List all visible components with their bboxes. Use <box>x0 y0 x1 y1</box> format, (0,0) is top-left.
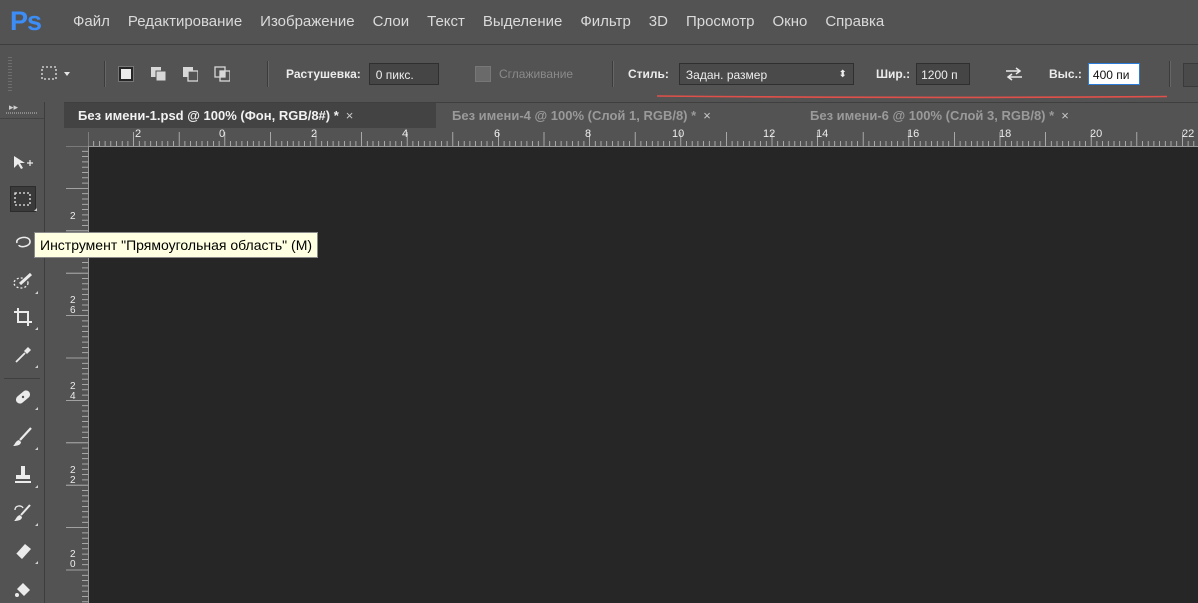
document-canvas[interactable] <box>89 147 1198 603</box>
menu-image[interactable]: Изображение <box>251 0 364 44</box>
panel-grip-icon[interactable] <box>6 112 38 114</box>
ruler-label: 8 <box>585 128 592 140</box>
tab-document-4[interactable]: Без имени-4 @ 100% (Слой 1, RGB/8) * × <box>438 103 719 129</box>
antialias-checkbox[interactable] <box>475 66 491 82</box>
menu-items: Файл Редактирование Изображение Слои Тек… <box>64 0 893 44</box>
ruler-label: 2 6 <box>70 295 76 316</box>
ruler-label: 2 <box>311 128 318 140</box>
brush-tool-icon[interactable] <box>10 424 38 450</box>
style-select-value: Задан. размер <box>685 68 768 82</box>
ruler-label: 2 4 <box>70 381 76 402</box>
ruler-label: 0 <box>219 128 226 140</box>
tools-divider <box>4 378 40 379</box>
ruler-label: 2 <box>135 128 142 140</box>
vertical-ruler: 2 2 6 2 4 2 2 2 0 <box>64 146 89 603</box>
menu-view[interactable]: Просмотр <box>677 0 764 44</box>
marquee-preset-icon <box>41 66 70 80</box>
select-arrows-icon: ⬍ <box>838 69 847 80</box>
style-label: Стиль: <box>628 67 669 81</box>
menu-edit[interactable]: Редактирование <box>119 0 251 44</box>
width-label: Шир.: <box>876 67 911 81</box>
tab-document-6[interactable]: Без имени-6 @ 100% (Слой 3, RGB/8) * × <box>796 103 1077 129</box>
ruler-label: 10 <box>672 128 685 140</box>
lasso-tool-icon[interactable] <box>10 230 36 256</box>
history-brush-tool-icon[interactable] <box>10 500 38 526</box>
menu-file[interactable]: Файл <box>64 0 119 44</box>
tab-label: Без имени-1.psd @ 100% (Фон, RGB/8#) * <box>78 108 339 123</box>
panel-header: ▸▸ <box>0 102 44 119</box>
ruler-label: 2 2 <box>70 465 76 486</box>
ruler-label: 12 <box>763 128 776 140</box>
menu-window[interactable]: Окно <box>763 0 816 44</box>
menu-type[interactable]: Текст <box>418 0 474 44</box>
style-select[interactable]: Задан. размер ⬍ <box>678 63 854 85</box>
close-tab-icon[interactable]: × <box>346 108 354 123</box>
rectangular-marquee-tool-icon[interactable] <box>10 186 37 212</box>
ruler-label: 14 <box>816 128 829 140</box>
close-tab-icon[interactable]: × <box>1061 108 1069 123</box>
eyedropper-tool-icon[interactable] <box>10 342 38 368</box>
subtract-selection-icon[interactable] <box>182 66 198 82</box>
menu-bar: Ps Файл Редактирование Изображение Слои … <box>0 0 1198 44</box>
clone-stamp-tool-icon[interactable] <box>10 462 38 488</box>
menu-select[interactable]: Выделение <box>474 0 571 44</box>
horizontal-ruler: 2 0 2 4 6 8 10 12 14 16 18 20 22 <box>88 128 1198 147</box>
tab-document-1[interactable]: Без имени-1.psd @ 100% (Фон, RGB/8#) * × <box>64 103 436 129</box>
menu-filter[interactable]: Фильтр <box>571 0 639 44</box>
highlight-underline <box>657 95 1167 99</box>
ruler-label: 2 <box>70 211 76 222</box>
crop-tool-icon[interactable] <box>10 304 38 330</box>
new-selection-icon[interactable] <box>118 66 134 82</box>
horizontal-ruler-ticks <box>88 132 1195 146</box>
document-tab-bar: Без имени-1.psd @ 100% (Фон, RGB/8#) * × … <box>64 102 1198 129</box>
quick-selection-tool-icon[interactable] <box>10 268 38 294</box>
menu-layers[interactable]: Слои <box>364 0 418 44</box>
width-input[interactable]: 1200 п <box>916 63 971 85</box>
ruler-label: 20 <box>1090 128 1103 140</box>
ruler-corner <box>64 128 88 146</box>
menu-help[interactable]: Справка <box>816 0 893 44</box>
ruler-label: 18 <box>999 128 1012 140</box>
ruler-label: 2 0 <box>70 549 76 570</box>
ruler-label: 4 <box>402 128 409 140</box>
options-grip-icon[interactable] <box>8 57 12 93</box>
refine-edge-button[interactable] <box>1183 63 1198 87</box>
tools-panel: ▸▸ <box>0 102 45 603</box>
antialias-label: Сглаживание <box>499 67 574 81</box>
tool-preset-picker[interactable] <box>40 45 74 103</box>
feather-input[interactable]: 0 пикс. <box>368 63 439 85</box>
feather-label: Растушевка: <box>286 67 361 81</box>
tab-label: Без имени-6 @ 100% (Слой 3, RGB/8) * <box>810 108 1055 123</box>
antialias-group: Сглаживание <box>475 45 573 103</box>
tool-tooltip: Инструмент "Прямоугольная область" (M) <box>34 232 319 258</box>
feather-group: Растушевка: 0 пикс. <box>286 45 439 103</box>
height-label: Выс.: <box>1049 67 1082 81</box>
healing-brush-tool-icon[interactable] <box>10 384 38 410</box>
move-tool-icon[interactable] <box>10 150 36 176</box>
close-tab-icon[interactable]: × <box>703 108 711 123</box>
tab-label: Без имени-4 @ 100% (Слой 1, RGB/8) * <box>452 108 697 123</box>
ruler-label: 22 <box>1182 128 1195 140</box>
ruler-label: 6 <box>494 128 501 140</box>
swap-icon <box>1006 67 1022 81</box>
selection-mode-group <box>118 45 240 103</box>
ruler-label: 16 <box>907 128 920 140</box>
app-logo: Ps <box>10 6 42 36</box>
eraser-tool-icon[interactable] <box>10 538 38 564</box>
height-input[interactable]: 400 пи <box>1087 63 1140 85</box>
add-selection-icon[interactable] <box>150 66 166 82</box>
intersect-selection-icon[interactable] <box>214 66 230 82</box>
paint-bucket-tool-icon[interactable] <box>10 576 36 602</box>
menu-3d[interactable]: 3D <box>640 0 677 44</box>
